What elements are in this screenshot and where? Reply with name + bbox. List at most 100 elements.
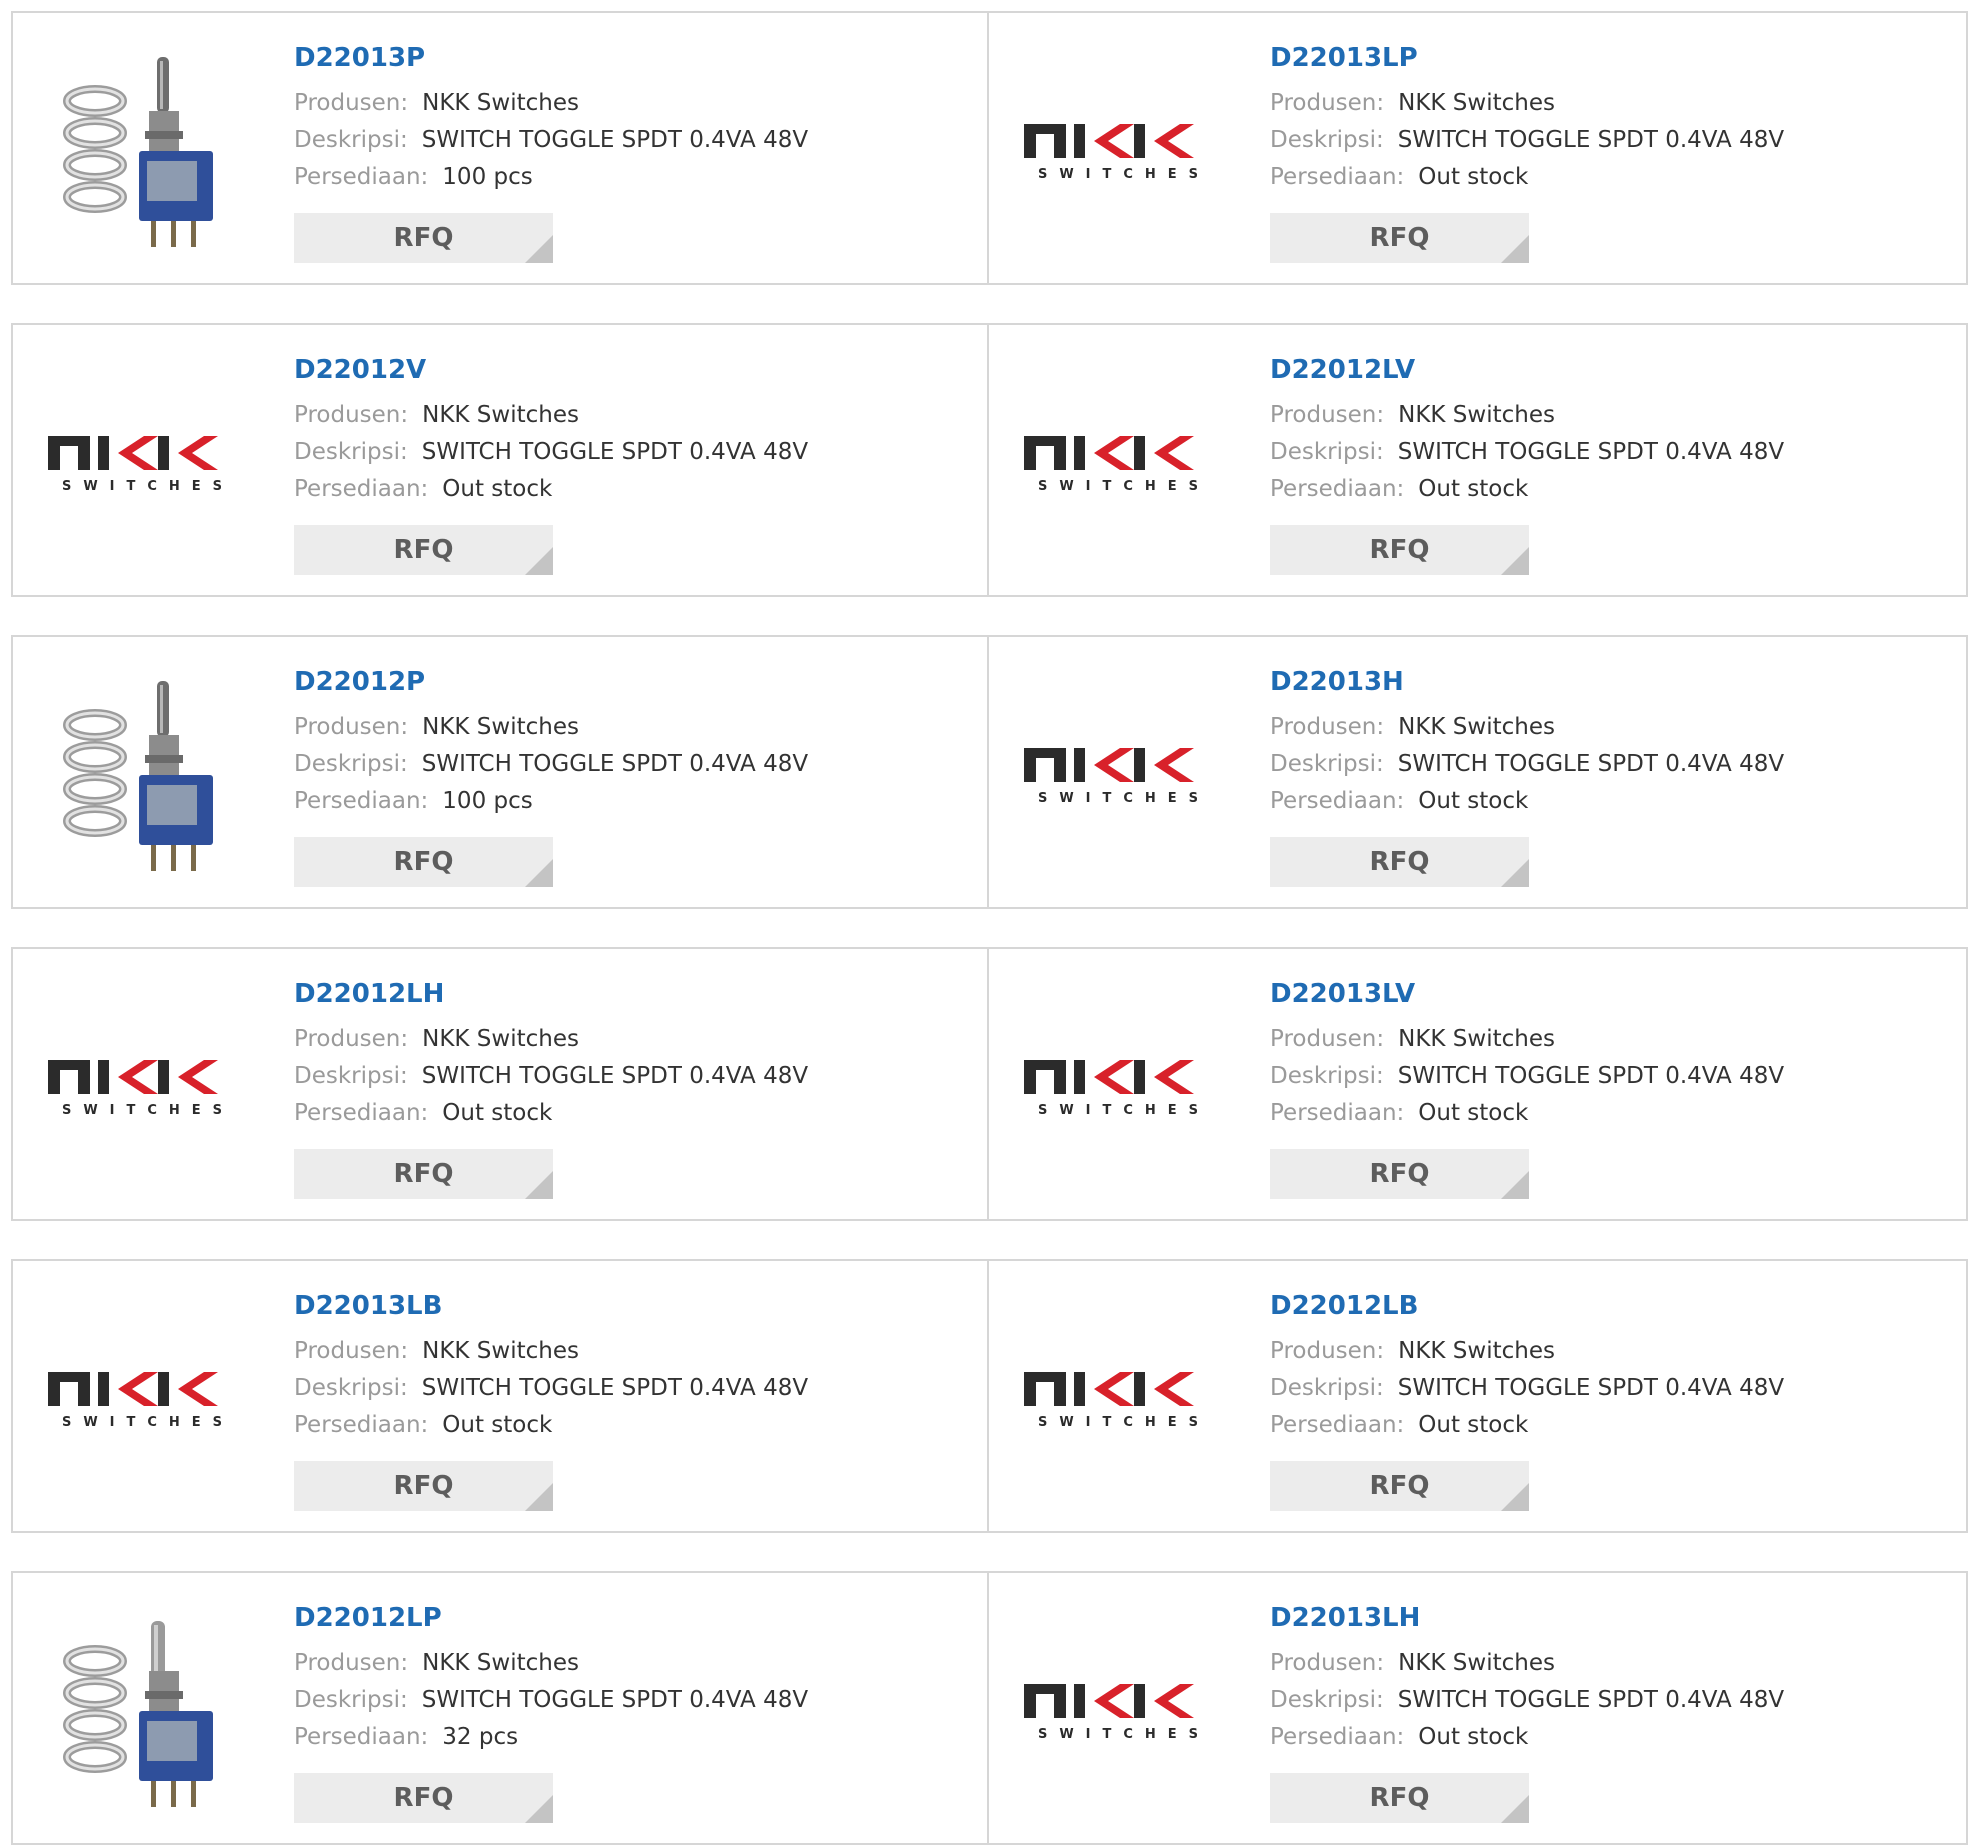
rfq-button[interactable]: RFQ	[1270, 1149, 1529, 1199]
part-number-link[interactable]: D22012LV	[1270, 355, 1784, 397]
stock-label: Persediaan:	[294, 788, 429, 814]
stock-label: Persediaan:	[1270, 1412, 1405, 1438]
rfq-button-label: RFQ	[393, 1471, 454, 1501]
product-card: D22012P Produsen: NKK Switches Deskripsi:…	[11, 635, 989, 909]
stock-label: Persediaan:	[294, 164, 429, 190]
rfq-button[interactable]: RFQ	[294, 1461, 553, 1511]
description-row: Deskripsi: SWITCH TOGGLE SPDT 0.4VA 48V	[294, 746, 808, 783]
stock-value: Out stock	[442, 476, 553, 502]
description-value: SWITCH TOGGLE SPDT 0.4VA 48V	[421, 1375, 809, 1401]
product-info: D22012LB Produsen: NKK Switches Deskripsi…	[1270, 1291, 1784, 1444]
rfq-button[interactable]: RFQ	[294, 1773, 553, 1823]
manufacturer-row: Produsen: NKK Switches	[294, 709, 808, 746]
part-number-link[interactable]: D22012P	[294, 667, 808, 709]
stock-value: Out stock	[1418, 476, 1529, 502]
part-number-link[interactable]: D22013LH	[1270, 1603, 1784, 1645]
description-value: SWITCH TOGGLE SPDT 0.4VA 48V	[421, 1687, 809, 1713]
product-row: SWITCHES D22012LH Produsen: NKK Switches …	[11, 947, 1968, 1221]
stock-row: Persediaan: Out stock	[1270, 159, 1784, 196]
manufacturer-row: Produsen: NKK Switches	[1270, 709, 1784, 746]
stock-value: Out stock	[442, 1100, 553, 1126]
corner-fold-icon	[1501, 235, 1529, 263]
part-number-link[interactable]: D22012LH	[294, 979, 808, 1021]
product-image[interactable]	[43, 1603, 253, 1813]
product-image[interactable]: SWITCHES	[43, 1291, 253, 1501]
product-info: D22013H Produsen: NKK Switches Deskripsi:…	[1270, 667, 1784, 820]
description-value: SWITCH TOGGLE SPDT 0.4VA 48V	[421, 1063, 809, 1089]
rfq-button-label: RFQ	[393, 847, 454, 877]
manufacturer-row: Produsen: NKK Switches	[1270, 397, 1784, 434]
stock-label: Persediaan:	[1270, 1100, 1405, 1126]
manufacturer-label: Produsen:	[294, 714, 409, 740]
nkk-logo-icon: SWITCHES	[1024, 124, 1198, 182]
part-number-link[interactable]: D22013H	[1270, 667, 1784, 709]
manufacturer-label: Produsen:	[294, 1026, 409, 1052]
logo-tagline: SWITCHES	[1038, 1727, 1210, 1742]
product-image[interactable]: SWITCHES	[1019, 355, 1229, 565]
corner-fold-icon	[525, 1171, 553, 1199]
manufacturer-label: Produsen:	[1270, 714, 1385, 740]
rfq-button[interactable]: RFQ	[294, 213, 553, 263]
rfq-button-label: RFQ	[393, 535, 454, 565]
stock-label: Persediaan:	[294, 1412, 429, 1438]
stock-value: 100 pcs	[442, 164, 533, 190]
product-image[interactable]	[43, 667, 253, 877]
product-info: D22013LP Produsen: NKK Switches Deskripsi…	[1270, 43, 1784, 196]
stock-value: Out stock	[1418, 1412, 1529, 1438]
description-label: Deskripsi:	[294, 127, 408, 153]
part-number-link[interactable]: D22013LB	[294, 1291, 808, 1333]
product-image[interactable]: SWITCHES	[43, 355, 253, 565]
product-image[interactable]	[43, 43, 253, 253]
description-value: SWITCH TOGGLE SPDT 0.4VA 48V	[1397, 751, 1785, 777]
stock-value: Out stock	[1418, 788, 1529, 814]
part-number-link[interactable]: D22013LV	[1270, 979, 1784, 1021]
manufacturer-value: NKK Switches	[422, 1026, 579, 1052]
description-value: SWITCH TOGGLE SPDT 0.4VA 48V	[1397, 1063, 1785, 1089]
rfq-button[interactable]: RFQ	[1270, 1461, 1529, 1511]
product-image[interactable]: SWITCHES	[1019, 1603, 1229, 1813]
stock-label: Persediaan:	[294, 1100, 429, 1126]
corner-fold-icon	[525, 1795, 553, 1823]
logo-tagline: SWITCHES	[1038, 1103, 1210, 1118]
rfq-button[interactable]: RFQ	[1270, 213, 1529, 263]
manufacturer-row: Produsen: NKK Switches	[294, 1021, 808, 1058]
part-number-link[interactable]: D22013P	[294, 43, 808, 85]
rfq-button[interactable]: RFQ	[294, 1149, 553, 1199]
product-card: SWITCHES D22012LH Produsen: NKK Switches …	[11, 947, 989, 1221]
product-card: SWITCHES D22012LB Produsen: NKK Switches …	[989, 1259, 1968, 1533]
product-image[interactable]: SWITCHES	[1019, 979, 1229, 1189]
corner-fold-icon	[525, 1483, 553, 1511]
logo-tagline: SWITCHES	[62, 1103, 234, 1118]
description-label: Deskripsi:	[1270, 751, 1384, 777]
stock-value: Out stock	[442, 1412, 553, 1438]
part-number-link[interactable]: D22012LP	[294, 1603, 808, 1645]
description-label: Deskripsi:	[294, 1063, 408, 1089]
manufacturer-value: NKK Switches	[1398, 714, 1555, 740]
part-number-link[interactable]: D22012LB	[1270, 1291, 1784, 1333]
rfq-button[interactable]: RFQ	[294, 837, 553, 887]
stock-row: Persediaan: Out stock	[294, 1407, 808, 1444]
manufacturer-label: Produsen:	[1270, 90, 1385, 116]
manufacturer-label: Produsen:	[294, 1650, 409, 1676]
nkk-logo-icon: SWITCHES	[1024, 1684, 1210, 1742]
manufacturer-value: NKK Switches	[422, 1338, 579, 1364]
stock-value: Out stock	[1418, 1724, 1529, 1750]
rfq-button[interactable]: RFQ	[1270, 525, 1529, 575]
part-number-link[interactable]: D22013LP	[1270, 43, 1784, 85]
product-image[interactable]: SWITCHES	[43, 979, 253, 1189]
rfq-button-label: RFQ	[393, 1159, 454, 1189]
product-image[interactable]: SWITCHES	[1019, 667, 1229, 877]
rfq-button[interactable]: RFQ	[1270, 837, 1529, 887]
stock-label: Persediaan:	[1270, 164, 1405, 190]
part-number-link[interactable]: D22012V	[294, 355, 808, 397]
manufacturer-value: NKK Switches	[422, 90, 579, 116]
product-image[interactable]: SWITCHES	[1019, 1291, 1229, 1501]
rfq-button[interactable]: RFQ	[1270, 1773, 1529, 1823]
corner-fold-icon	[1501, 1795, 1529, 1823]
product-image[interactable]: SWITCHES	[1019, 43, 1229, 253]
description-value: SWITCH TOGGLE SPDT 0.4VA 48V	[1397, 439, 1785, 465]
rfq-button[interactable]: RFQ	[294, 525, 553, 575]
corner-fold-icon	[525, 235, 553, 263]
manufacturer-value: NKK Switches	[1398, 90, 1555, 116]
stock-row: Persediaan: Out stock	[1270, 1407, 1784, 1444]
